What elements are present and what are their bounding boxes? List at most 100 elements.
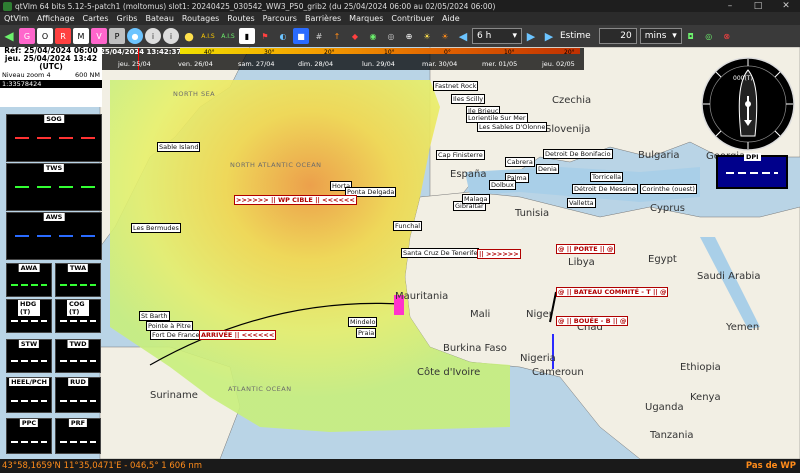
place-label[interactable]: Mindelo [348,317,378,327]
grid-icon[interactable]: # [311,28,327,44]
waypoint-label[interactable]: >>>>>> || WP CIBLE || <<<<<< [234,195,357,205]
menu-gribs[interactable]: Gribs [113,14,142,23]
globe-icon[interactable]: ● [127,28,143,44]
zoom-icon[interactable]: ⊕ [401,28,417,44]
target-icon[interactable]: ◎ [700,28,717,44]
grib-pink-icon[interactable]: G [19,28,35,44]
instrument-prf[interactable]: PRF [55,418,101,454]
estime-input[interactable]: 20 [598,28,637,44]
place-label[interactable]: Dolbux [489,180,516,190]
place-label[interactable]: Torricella [590,172,624,182]
estime-unit: mins [644,31,667,41]
ais-button[interactable]: A.I.S [199,28,217,44]
instrument-dpi[interactable]: DPI [716,153,788,189]
flag-icon[interactable]: ⚑ [257,28,273,44]
waypoint-label[interactable]: @ || BOUÉE - B || @ [556,316,629,326]
sun2-icon[interactable]: ☀ [437,28,453,44]
place-label[interactable]: Détroit De Messine [572,184,638,194]
prev-step-icon[interactable]: ◀ [455,28,471,44]
toolbar: ◀ G O R M V P ● i i ● A.I.S A.I.S ▮ ⚑ ◐ … [0,25,800,47]
lifebuoy-icon[interactable]: ⊗ [718,28,735,44]
menu-routages[interactable]: Routages [178,14,223,23]
place-label[interactable]: Fort De France [150,330,202,340]
play-icon[interactable]: ▶ [541,28,557,44]
opponent-icon[interactable]: O [37,28,53,44]
instrument-ppc[interactable]: PPC [6,418,52,454]
compass-widget[interactable]: 000(T) [700,56,796,152]
instrument-twa[interactable]: TWA [55,263,101,297]
vlm-icon[interactable]: V [91,28,107,44]
menu-qtvlm[interactable]: QtVlm [0,14,33,23]
instrument-rud[interactable]: RUD [55,377,101,413]
close-button[interactable]: ✕ [772,1,800,11]
back-arrow-icon[interactable]: ◀ [1,28,17,44]
instrument-twd[interactable]: TWD [55,339,101,373]
pilot-icon[interactable]: P [109,28,125,44]
menu-aide[interactable]: Aide [438,14,464,23]
status-bar: 43°58,1659'N 11°35,0471'E - 046,5° 1 606… [0,459,800,473]
place-label[interactable]: Denia [536,164,559,174]
scale-ratio: 1:33578424 [2,80,42,88]
gauge-icon[interactable]: ◎ [383,28,399,44]
waypoint-label[interactable]: || >>>>>> [477,249,521,259]
maximize-button[interactable]: □ [744,1,772,11]
next-step-icon[interactable]: ▶ [523,28,539,44]
waypoint-label[interactable]: @ || BATEAU COMMITÉ - T || @ [556,287,669,297]
instrument-cog[interactable]: COG (T) [55,299,101,333]
minimize-button[interactable]: – [716,1,744,11]
sun-icon[interactable]: ☀ [419,28,435,44]
place-label[interactable]: Corinthe (ouest) [640,184,697,194]
info2-icon[interactable]: i [163,28,179,44]
routing-icon[interactable]: R [55,28,71,44]
place-label[interactable]: Cap Finisterre [436,150,485,160]
instrument-stw[interactable]: STW [6,339,52,373]
menu-marques[interactable]: Marques [345,14,387,23]
place-label[interactable]: Valletta [567,198,596,208]
arrow-icon[interactable]: ↑ [329,28,345,44]
country-label: Suriname [150,390,198,401]
timeline-bar[interactable]: 25/04/2024 13:42:37 40° 30° 20° 10° 0° 1… [100,48,584,70]
place-label[interactable]: St Barth [139,311,170,321]
instrument-heel[interactable]: HEEL/PCH [6,377,52,413]
instrument-hdg[interactable]: HDG (T) [6,299,52,333]
place-label[interactable]: Les Bermudes [131,223,181,233]
place-label[interactable]: Praia [356,328,377,338]
color-wheel-icon[interactable]: ◉ [365,28,381,44]
estime-unit-select[interactable]: mins ▾ [639,28,682,44]
menu-affichage[interactable]: Affichage [33,14,79,23]
place-label[interactable]: Santa Cruz De Tenerife [401,248,480,258]
place-label[interactable]: Sable Island [157,142,201,152]
waypoint-label[interactable]: ARRIVÉE || <<<<<< [199,330,277,340]
mark-icon[interactable]: M [73,28,89,44]
info-icon[interactable]: i [145,28,161,44]
country-label: Burkina Faso [443,343,507,354]
waypoint-label[interactable]: @ || PORTE || @ [556,244,616,254]
place-label[interactable]: Fastnet Rock [433,81,479,91]
als-button[interactable]: A.I.S [219,28,237,44]
bulb-icon[interactable]: ● [181,28,197,44]
place-label[interactable]: Iles Scilly [451,94,486,104]
menu-cartes[interactable]: Cartes [79,14,113,23]
menu-parcours[interactable]: Parcours [259,14,301,23]
menu-bateau[interactable]: Bateau [141,14,177,23]
place-label[interactable]: Malaga [462,194,490,204]
bell-icon[interactable]: ◘ [682,28,699,44]
place-label[interactable]: Detroit De Bonifacio [543,149,613,159]
menu-barrieres[interactable]: Barrières [301,14,345,23]
place-label[interactable]: Funchal [393,221,423,231]
pressure-icon[interactable]: ◆ [347,28,363,44]
barrier-icon[interactable]: ▮ [239,28,255,44]
place-label[interactable]: Les Sables D'Olonne [477,122,548,132]
estime-label: Estime [560,31,591,41]
step-select[interactable]: 6 h ▾ [472,28,522,44]
polar-icon[interactable]: ◐ [275,28,291,44]
instrument-tws[interactable]: TWS [6,163,102,211]
menu-routes[interactable]: Routes [223,14,258,23]
instrument-aws[interactable]: AWS [6,212,102,260]
square-icon[interactable]: ■ [293,28,309,44]
place-label[interactable]: Cabrera [505,157,535,167]
menu-contribuer[interactable]: Contribuer [387,14,438,23]
chart-map[interactable]: NORTH SEA NORTH ATLANTIC OCEAN ATLANTIC … [0,47,800,459]
instrument-sog[interactable]: SOG [6,114,102,162]
instrument-awa[interactable]: AWA [6,263,52,297]
